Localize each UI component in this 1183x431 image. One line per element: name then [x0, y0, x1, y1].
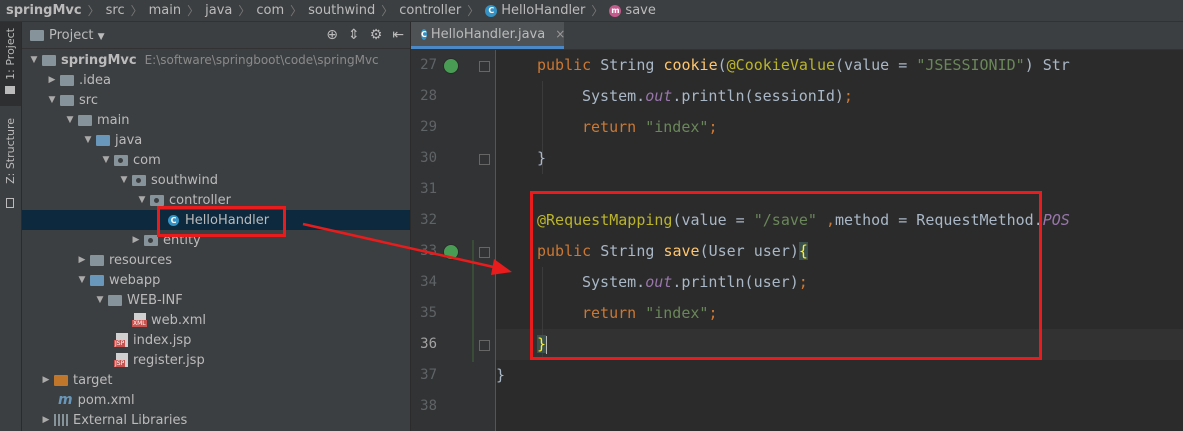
arrow-line [302, 222, 499, 270]
annotation-arrow [302, 222, 512, 275]
arrow-head [491, 259, 512, 275]
